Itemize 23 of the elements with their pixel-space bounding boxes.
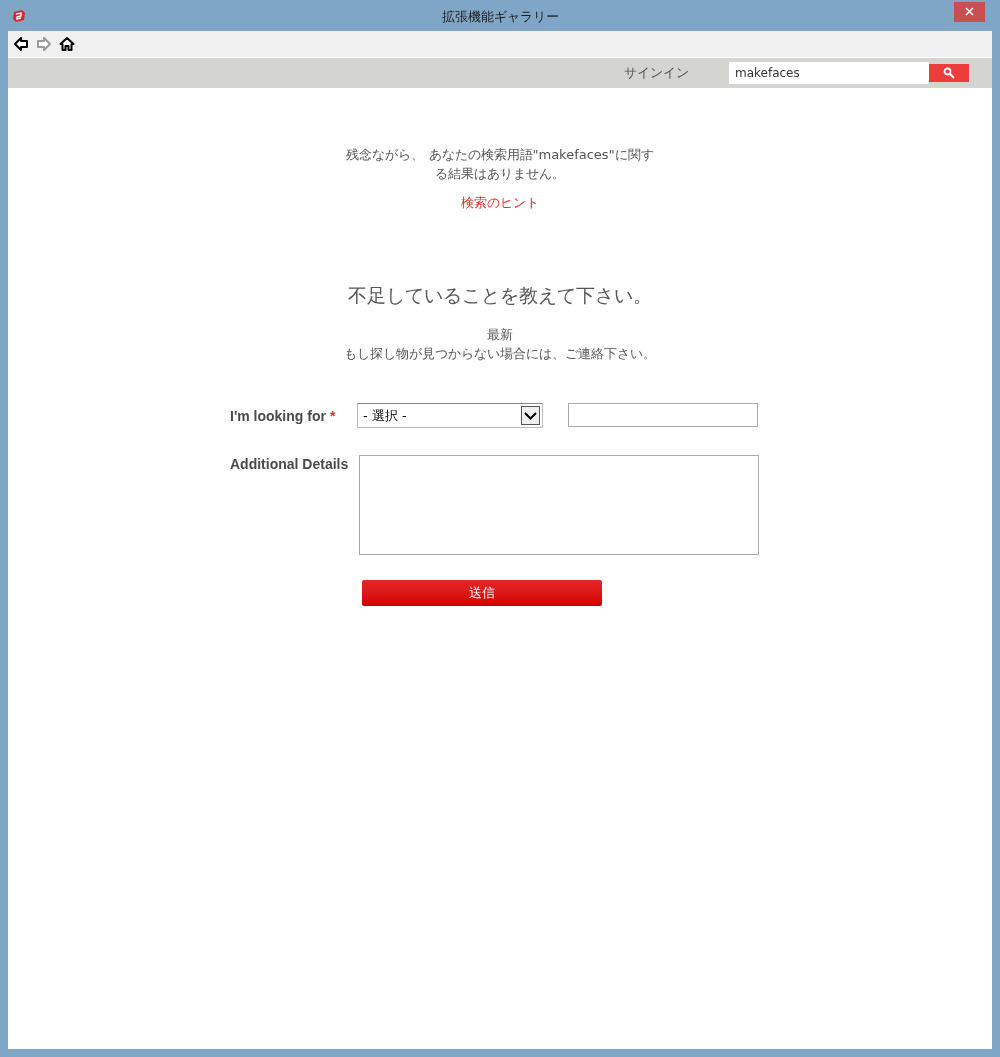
search-tips-link[interactable]: 検索のヒント bbox=[461, 193, 539, 213]
app-logo-icon bbox=[12, 8, 26, 23]
details-field[interactable] bbox=[359, 455, 759, 555]
home-icon[interactable] bbox=[59, 36, 75, 52]
details-label: Additional Details bbox=[230, 455, 350, 474]
search-icon bbox=[943, 67, 955, 79]
required-mark: * bbox=[329, 407, 336, 426]
subtext: もし探し物が見つからない場合には、ご連絡下さい。 bbox=[344, 345, 656, 363]
close-button[interactable] bbox=[954, 1, 985, 22]
window-title: 拡張機能ギャラリー bbox=[441, 8, 559, 26]
close-icon bbox=[965, 7, 974, 16]
category-dropdown[interactable]: - 選択 - bbox=[357, 403, 543, 428]
no-results-message: 残念ながら、 あなたの検索用語"makefaces"に関する結果はありません。 bbox=[345, 146, 655, 183]
search-field[interactable]: makefaces bbox=[729, 62, 929, 84]
chevron-down-icon bbox=[521, 406, 540, 425]
submit-button[interactable]: 送信 bbox=[362, 580, 602, 606]
sign-in-link[interactable]: サインイン bbox=[624, 63, 689, 83]
subheading: 最新 bbox=[487, 326, 513, 344]
search-button[interactable] bbox=[929, 64, 969, 82]
feedback-heading: 不足していることを教えて下さい。 bbox=[348, 282, 652, 308]
looking-for-label: I'm looking for bbox=[230, 407, 326, 426]
text-field[interactable] bbox=[568, 403, 758, 427]
left-arrow-icon[interactable] bbox=[13, 36, 29, 52]
